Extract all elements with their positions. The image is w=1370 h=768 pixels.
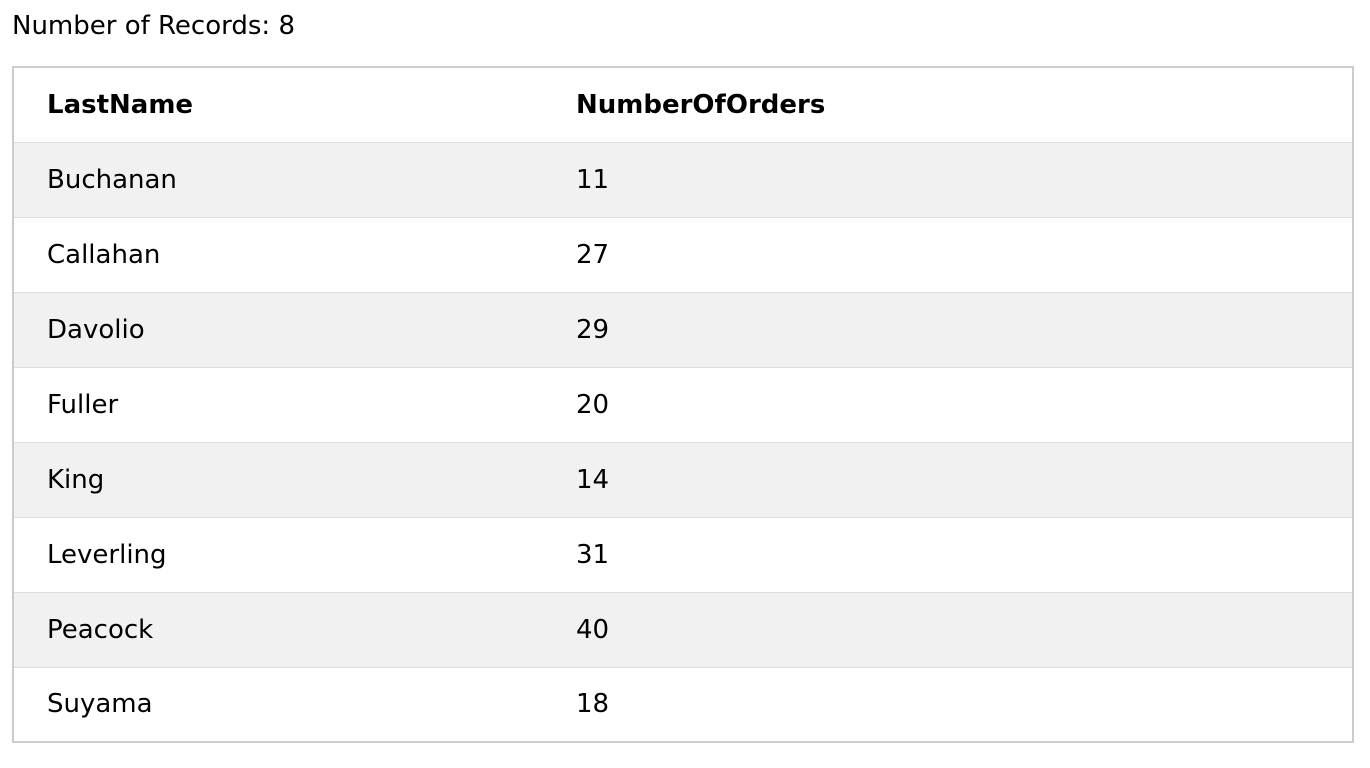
cell-lastname: Buchanan [13, 142, 543, 218]
table-row: Peacock 40 [13, 592, 1353, 668]
cell-lastname: King [13, 442, 543, 518]
record-count-value: 8 [278, 11, 295, 41]
cell-numberoforders: 14 [543, 442, 1353, 518]
table-row: Suyama 18 [13, 667, 1353, 742]
header-row: LastName NumberOfOrders [13, 67, 1353, 143]
table-row: Callahan 27 [13, 217, 1353, 293]
table-row: King 14 [13, 442, 1353, 518]
table-row: Davolio 29 [13, 292, 1353, 368]
cell-lastname: Suyama [47, 689, 153, 720]
cell-numberoforders: 18 [576, 689, 610, 720]
column-header-lastname: LastName [13, 67, 543, 143]
cell-numberoforders: 29 [543, 292, 1353, 368]
cell-lastname: Fuller [13, 367, 543, 443]
table-header: LastName NumberOfOrders [13, 67, 1353, 143]
results-table: LastName NumberOfOrders Buchanan 11 Call… [12, 66, 1354, 743]
cell-numberoforders: 27 [543, 217, 1353, 293]
table-body: Buchanan 11 Callahan 27 Davolio 29 Fulle… [13, 142, 1353, 742]
table-row: Leverling 31 [13, 517, 1353, 593]
cell-numberoforders: 20 [543, 367, 1353, 443]
cell-lastname: Peacock [13, 592, 543, 668]
table-row: Fuller 20 [13, 367, 1353, 443]
cell-numberoforders: 31 [543, 517, 1353, 593]
record-count: Number of Records: 8 [12, 8, 295, 44]
cell-numberoforders: 40 [543, 592, 1353, 668]
cell-numberoforders: 11 [543, 142, 1353, 218]
column-header-numberoforders: NumberOfOrders [543, 67, 1353, 143]
cell-lastname: Callahan [13, 217, 543, 293]
record-count-label: Number of Records: [12, 11, 271, 41]
table-row: Buchanan 11 [13, 142, 1353, 218]
cell-lastname: Leverling [13, 517, 543, 593]
cell-lastname: Davolio [13, 292, 543, 368]
